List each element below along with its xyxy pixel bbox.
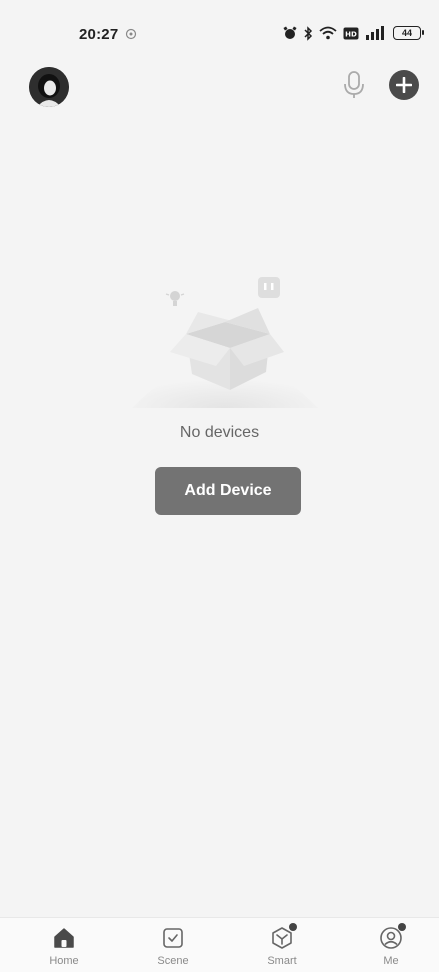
bluetooth-icon — [304, 25, 313, 41]
battery-indicator: 44 — [393, 26, 424, 40]
alarm-icon — [283, 26, 297, 39]
nav-item-home[interactable]: Home — [29, 918, 99, 972]
me-badge-dot — [398, 923, 406, 931]
user-avatar-icon — [29, 67, 69, 107]
nav-label-home: Home — [49, 955, 79, 967]
microphone-icon — [344, 71, 364, 98]
home-icon — [52, 926, 76, 950]
avatar[interactable] — [29, 67, 69, 107]
nav-label-me: Me — [383, 955, 399, 967]
svg-text:HD: HD — [345, 30, 357, 38]
scene-icon — [161, 926, 185, 950]
hd-icon: HD — [343, 27, 359, 39]
status-icons: HD 44 — [283, 25, 424, 41]
smart-badge-dot — [289, 923, 297, 931]
add-device-label: Add Device — [184, 482, 272, 499]
battery-level: 44 — [401, 28, 412, 38]
add-device-button[interactable]: Add Device — [155, 467, 301, 515]
plus-icon — [396, 77, 412, 93]
wifi-icon — [319, 26, 337, 40]
nav-label-smart: Smart — [267, 955, 297, 967]
bulb-icon — [165, 291, 185, 306]
empty-box-icon — [132, 277, 318, 408]
smart-icon — [270, 923, 297, 950]
voice-button[interactable] — [340, 69, 368, 101]
signal-icon — [366, 26, 384, 40]
add-button[interactable] — [389, 70, 419, 100]
nav-label-scene: Scene — [157, 955, 189, 967]
status-time: 20:27 — [79, 26, 119, 43]
status-bar: 20:27 HD 44 — [0, 0, 439, 60]
nav-item-smart[interactable]: Smart — [247, 918, 317, 972]
nav-item-me[interactable]: Me — [356, 918, 426, 972]
socket-icon — [258, 277, 280, 298]
bottom-nav: Home Scene Smart Me — [0, 917, 439, 972]
notification-icon — [125, 28, 137, 40]
empty-state-message: No devices — [179, 424, 260, 441]
profile-icon — [379, 923, 406, 950]
nav-item-scene[interactable]: Scene — [138, 918, 208, 972]
